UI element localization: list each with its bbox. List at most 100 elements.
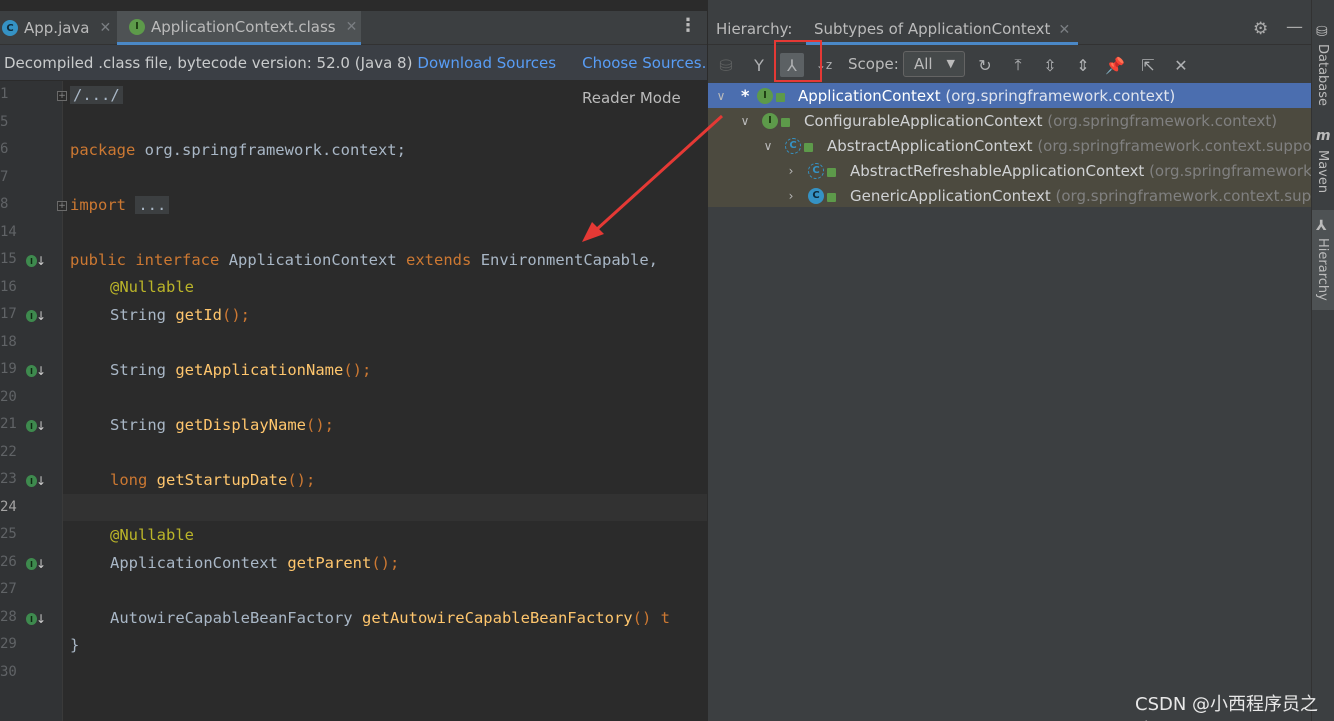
hierarchy-icon: ⅄ (1316, 218, 1327, 234)
line-number: 24 (0, 499, 17, 515)
method-name: getAutowireCapableBeanFactory (361, 609, 633, 627)
closing-brace: } (70, 636, 80, 654)
close-icon[interactable]: ✕ (1169, 53, 1193, 77)
implemented-icon[interactable]: I ↓ (26, 308, 46, 324)
download-sources-link[interactable]: Download Sources (417, 54, 556, 72)
scope-label: Scope: (848, 55, 899, 73)
tab-label: App.java (24, 19, 90, 37)
gutter-divider (62, 81, 63, 721)
annotation: @Nullable (110, 526, 194, 544)
chevron-right-icon[interactable]: › (784, 164, 798, 178)
abstract-class-icon: C (808, 162, 824, 179)
tab-app-java[interactable]: C App.java ✕ (0, 11, 115, 45)
line-number: 21 (0, 416, 17, 432)
package-name: org.springframework.context; (135, 141, 406, 159)
open-in-window-icon[interactable]: ⇱ (1136, 53, 1160, 77)
code-editor: C App.java ✕ I ApplicationContext.class … (0, 0, 716, 721)
code-line-15: public interface ApplicationContext exte… (70, 247, 658, 274)
supertypes-icon[interactable]: Y (747, 53, 771, 77)
type: AutowireCapableBeanFactory (110, 609, 353, 627)
code-line-23: long getStartupDate(); (110, 467, 315, 494)
chevron-down-icon[interactable]: ∨ (761, 139, 775, 153)
chevron-right-icon[interactable]: › (784, 189, 798, 203)
gear-icon[interactable]: ⚙ (1253, 19, 1268, 39)
banner-message: Decompiled .class file, bytecode version… (4, 53, 413, 72)
minimize-icon[interactable]: — (1286, 17, 1303, 37)
node-label: GenericApplicationContext (org.springfra… (850, 186, 1312, 205)
tab-application-context-class[interactable]: I ApplicationContext.class ✕ (117, 11, 361, 45)
line-number: 17 (0, 306, 17, 322)
database-tool-button[interactable]: Database (1315, 44, 1330, 106)
chevron-down-icon[interactable]: ∨ (738, 114, 752, 128)
scope-select[interactable]: All ▼ (903, 51, 965, 77)
collapse-all-icon[interactable]: ⇕ (1071, 53, 1095, 77)
tree-node[interactable]: › C AbstractRefreshableApplicationContex… (708, 158, 1312, 183)
class-icon: C (808, 187, 824, 204)
export-icon[interactable]: ⤒ (1006, 53, 1030, 77)
code-line-17: String getId(); (110, 302, 250, 329)
java-class-icon: C (2, 20, 18, 36)
maven-tool-button[interactable]: Maven (1315, 150, 1330, 193)
hierarchy-tool-button[interactable]: Hierarchy (1315, 238, 1330, 301)
type: String (110, 416, 166, 434)
keyword: package (70, 141, 136, 159)
implemented-icon[interactable]: I ↓ (26, 556, 46, 572)
close-icon[interactable]: ✕ (1058, 22, 1070, 38)
code-line-25: @Nullable (110, 522, 194, 549)
keyword: extends (406, 251, 472, 269)
annotation: @Nullable (110, 278, 194, 296)
line-number: 5 (0, 114, 9, 130)
method-name: getParent (287, 554, 372, 572)
tree-node[interactable]: ∨ C AbstractApplicationContext (org.spri… (708, 133, 1312, 158)
highlight-box (774, 40, 822, 82)
reader-mode-button[interactable]: Reader Mode (582, 89, 681, 107)
star-icon: * (741, 86, 750, 105)
node-label: ApplicationContext (org.springframework.… (798, 86, 1176, 105)
close-icon[interactable]: ✕ (346, 19, 358, 35)
implemented-icon[interactable]: I ↓ (26, 611, 46, 627)
tree-node[interactable]: ∨ I ConfigurableApplicationContext (org.… (708, 108, 1312, 133)
tab-subtypes[interactable]: Subtypes of ApplicationContext ✕ (806, 11, 1079, 45)
tree-node[interactable]: ∨ * I ApplicationContext (org.springfram… (708, 83, 1312, 108)
implemented-icon[interactable]: I ↓ (26, 473, 46, 489)
tool-window-stripe: ⛁ Database m Maven ⅄ Hierarchy (1311, 0, 1334, 721)
method-name: getDisplayName (175, 416, 306, 434)
method-name: getId (175, 306, 223, 324)
code-line-16: @Nullable (110, 274, 194, 301)
current-line-highlight (63, 494, 707, 521)
editor-tab-bar: C App.java ✕ I ApplicationContext.class … (0, 11, 707, 45)
keyword: import (70, 196, 126, 214)
fold-expand-icon[interactable]: + (57, 201, 67, 211)
choose-sources-link[interactable]: Choose Sources... (582, 54, 716, 72)
keyword: public (70, 251, 126, 269)
interface-icon: I (129, 18, 145, 35)
chevron-down-icon[interactable]: ∨ (714, 89, 728, 103)
line-number: 18 (0, 334, 17, 350)
line-number: 23 (0, 471, 17, 487)
type-hierarchy-icon[interactable]: ⛁ (714, 53, 738, 77)
line-number: 30 (0, 664, 17, 680)
implemented-icon[interactable]: I ↓ (26, 418, 46, 434)
folded-imports[interactable]: ... (135, 196, 170, 214)
folded-comment[interactable]: /.../ (70, 86, 123, 104)
line-number: 29 (0, 636, 17, 652)
fold-expand-icon[interactable]: + (57, 91, 67, 101)
code-line-19: String getApplicationName(); (110, 357, 371, 384)
tree-node[interactable]: › C GenericApplicationContext (org.sprin… (708, 183, 1312, 208)
line-number: 16 (0, 279, 17, 295)
implemented-icon[interactable]: I ↓ (26, 253, 46, 269)
punctuation: (); (306, 416, 334, 434)
node-label: ConfigurableApplicationContext (org.spri… (804, 111, 1278, 130)
expand-all-icon[interactable]: ⇳ (1038, 53, 1062, 77)
interface-icon: I (757, 87, 773, 104)
node-label: AbstractRefreshableApplicationContext (o… (850, 161, 1312, 180)
pin-icon[interactable]: 📌 (1103, 53, 1127, 77)
chevron-down-icon: ▼ (946, 57, 955, 70)
refresh-icon[interactable]: ↻ (973, 53, 997, 77)
more-options-icon[interactable]: ⋮ (679, 17, 697, 35)
punctuation: (); (343, 361, 372, 379)
implemented-icon[interactable]: I ↓ (26, 363, 46, 379)
close-icon[interactable]: ✕ (100, 20, 112, 36)
watermark: CSDN @小西程序员之路 (1135, 694, 1319, 721)
interface-icon: I (762, 112, 778, 129)
